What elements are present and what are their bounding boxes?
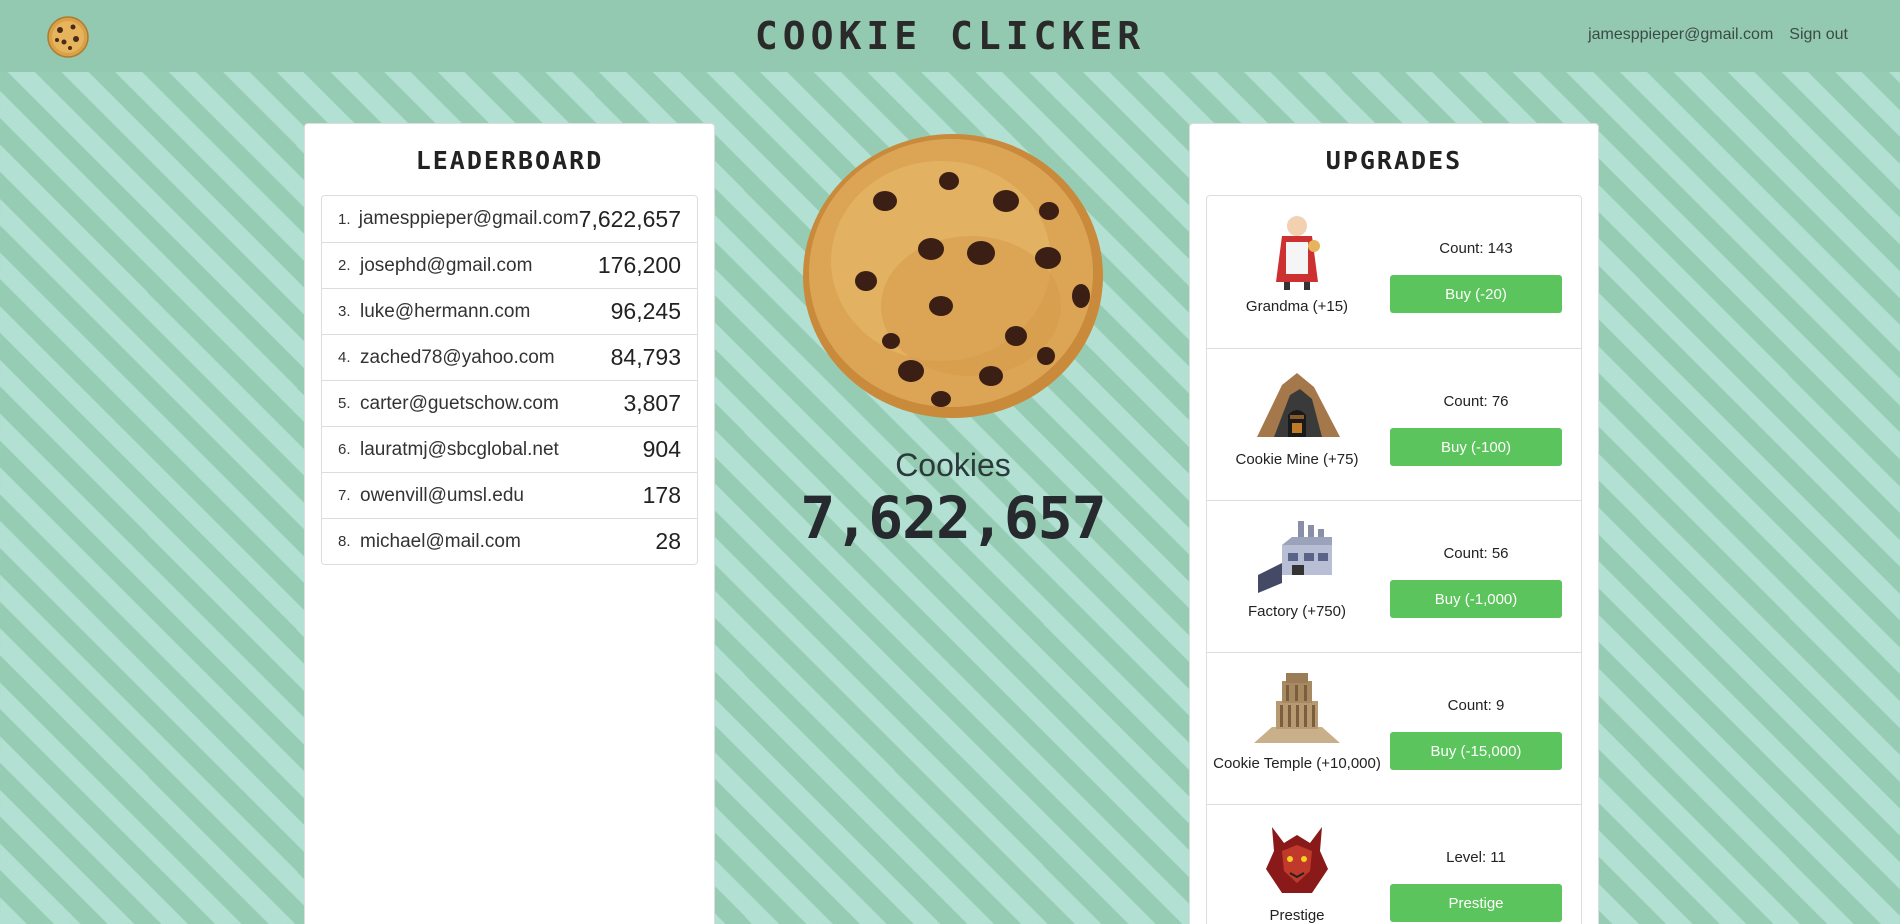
leaderboard-rank: 8. (338, 533, 351, 550)
upgrades-list: Grandma (+15) Count: 143 Buy (-20) Cooki… (1206, 195, 1582, 924)
leaderboard-email: josephd@gmail.com (360, 254, 533, 276)
leaderboard-score: 3,807 (623, 390, 681, 416)
leaderboard-score: 96,245 (610, 298, 681, 324)
leaderboard-email: owenvill@umsl.edu (360, 484, 524, 506)
leaderboard-email: luke@hermann.com (360, 300, 531, 322)
upgrade-count: Count: 9 (1447, 697, 1505, 714)
upgrade-name: Grandma (+15) (1245, 298, 1349, 315)
leaderboard-email: carter@guetschow.com (360, 392, 559, 414)
leaderboard-rank: 2. (338, 257, 351, 274)
big-cookie-icon[interactable] (801, 131, 1105, 421)
temple-icon (1254, 673, 1340, 743)
factory-icon (1258, 521, 1332, 593)
leaderboard-list: 1. jamesppieper@gmail.com 7,622,657 2. j… (321, 195, 698, 565)
buy-factory-button[interactable]: Buy (-1,000) (1390, 580, 1562, 618)
upgrade-name: Factory (+750) (1248, 603, 1346, 620)
buy-grandma-button[interactable]: Buy (-20) (1390, 275, 1562, 313)
upgrades-title: UPGRADES (1325, 146, 1463, 175)
user-nav: jamesppieper@gmail.com Sign out (1588, 26, 1848, 44)
leaderboard-score: 84,793 (610, 344, 681, 370)
upgrade-count: Count: 76 (1443, 393, 1509, 410)
leaderboard-score: 28 (655, 528, 681, 554)
leaderboard-rank: 7. (338, 487, 351, 504)
leaderboard-rank: 3. (338, 303, 351, 320)
upgrade-row-factory: Factory (+750) Count: 56 Buy (-1,000) (1207, 500, 1581, 652)
upgrade-name: Cookie Temple (+10,000) (1213, 755, 1381, 772)
leaderboard-panel: LEADERBOARD 1. jamesppieper@gmail.com 7,… (304, 123, 715, 924)
leaderboard-rank: 5. (338, 395, 351, 412)
upgrade-count: Count: 143 (1439, 240, 1513, 257)
upgrade-name: Prestige (1269, 907, 1325, 924)
leaderboard-email: lauratmj@sbcglobal.net (360, 438, 559, 460)
leaderboard-row: 3. luke@hermann.com 96,245 (322, 288, 697, 334)
upgrade-row-cookie-mine: Cookie Mine (+75) Count: 76 Buy (-100) (1207, 348, 1581, 500)
buy-cookie-mine-button[interactable]: Buy (-100) (1390, 428, 1562, 466)
leaderboard-title: LEADERBOARD (415, 146, 604, 175)
upgrade-count: Count: 56 (1443, 545, 1509, 562)
leaderboard-score: 178 (642, 482, 681, 508)
mine-icon (1257, 373, 1340, 437)
leaderboard-rank: 6. (338, 441, 351, 458)
leaderboard-row: 4. zached78@yahoo.com 84,793 (322, 334, 697, 380)
leaderboard-row: 5. carter@guetschow.com 3,807 (322, 380, 697, 426)
upgrades-panel: UPGRADES Grandma (+15) Count: 143 Buy (-… (1189, 123, 1599, 924)
cookies-count: 7,622,657 (800, 484, 1106, 552)
leaderboard-rank: 1. (338, 210, 351, 228)
upgrade-count: Level: 11 (1446, 849, 1506, 866)
leaderboard-row: 8. michael@mail.com 28 (322, 518, 697, 564)
leaderboard-score: 7,622,657 (578, 205, 681, 232)
leaderboard-row: 2. josephd@gmail.com 176,200 (322, 242, 697, 288)
leaderboard-email: michael@mail.com (360, 530, 521, 552)
navbar: COOKIE CLICKER jamesppieper@gmail.com Si… (0, 0, 1900, 72)
leaderboard-email: jamesppieper@gmail.com (358, 208, 579, 229)
leaderboard-email: zached78@yahoo.com (360, 346, 555, 368)
grandma-icon (1276, 216, 1320, 290)
upgrade-row-grandma: Grandma (+15) Count: 143 Buy (-20) (1207, 196, 1581, 348)
sign-out-link[interactable]: Sign out (1789, 26, 1848, 44)
app-title: COOKIE CLICKER (754, 14, 1146, 58)
upgrade-row-prestige: Prestige Level: 11 Prestige (1207, 804, 1581, 924)
dragon-icon (1266, 827, 1328, 893)
upgrade-name: Cookie Mine (+75) (1235, 451, 1359, 468)
leaderboard-row: 7. owenvill@umsl.edu 178 (322, 472, 697, 518)
user-email-link[interactable]: jamesppieper@gmail.com (1588, 26, 1773, 44)
leaderboard-score: 176,200 (597, 252, 681, 278)
upgrade-row-cookie-temple: Cookie Temple (+10,000) Count: 9 Buy (-1… (1207, 652, 1581, 804)
leaderboard-row: 6. lauratmj@sbcglobal.net 904 (322, 426, 697, 472)
leaderboard-row: 1. jamesppieper@gmail.com 7,622,657 (322, 196, 697, 242)
leaderboard-rank: 4. (338, 349, 351, 366)
cookie-icon[interactable] (46, 15, 90, 59)
cookies-label: Cookies (895, 447, 1011, 483)
prestige-button[interactable]: Prestige (1390, 884, 1562, 922)
leaderboard-score: 904 (642, 436, 681, 462)
cookie-area: Cookies 7,622,657 (720, 123, 1186, 552)
buy-cookie-temple-button[interactable]: Buy (-15,000) (1390, 732, 1562, 770)
